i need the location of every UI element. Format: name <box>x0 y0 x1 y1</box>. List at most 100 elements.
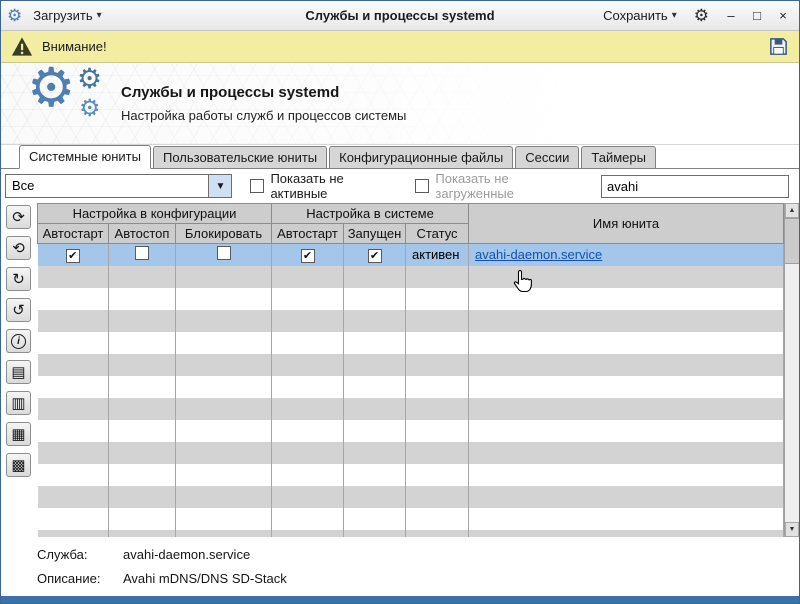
table-row-avahi[interactable]: ✔ ✔ ✔ активен avahi-daemon.service <box>37 243 784 266</box>
gear-icon: ⚙ <box>27 57 76 118</box>
tab-system-units[interactable]: Системные юниты <box>19 145 151 169</box>
column-header-autostop[interactable]: Автостоп <box>108 223 176 244</box>
list-icon: ▩ <box>11 457 26 474</box>
tab-config-files[interactable]: Конфигурационные файлы <box>329 146 514 169</box>
status-cell: активен <box>405 243 470 266</box>
scroll-down-arrow[interactable]: ▼ <box>785 522 799 537</box>
unit-details-panel: Служба: avahi-daemon.service Описание: A… <box>1 537 799 596</box>
save-file-icon[interactable] <box>768 36 789 57</box>
filter-row: Все ▼ Показать не активные Показать не з… <box>1 169 799 203</box>
column-header-autostart-cfg[interactable]: Автостарт <box>37 223 109 244</box>
table-row-empty <box>37 463 784 486</box>
table-row-empty <box>37 397 784 420</box>
dropdown-arrow-icon[interactable]: ▼ <box>208 175 232 197</box>
show-inactive-checkbox[interactable] <box>250 179 265 193</box>
service-value: avahi-daemon.service <box>123 547 251 562</box>
show-inactive-checkbox-row[interactable]: Показать не активные <box>250 171 397 201</box>
table-row-empty <box>37 507 784 530</box>
unit-file-button[interactable]: ▤ <box>6 360 31 384</box>
filter-dropdown-value: Все <box>12 178 35 193</box>
running-checkbox[interactable]: ✔ <box>367 249 382 263</box>
table-row-empty <box>37 441 784 464</box>
show-unloaded-label: Показать не загруженные <box>435 171 514 201</box>
warning-bar: Внимание! <box>1 31 799 63</box>
show-inactive-label[interactable]: Показать не активные <box>270 171 397 201</box>
restart-unit-button[interactable]: ↻ <box>6 267 31 291</box>
config-file-icon: ▥ <box>11 395 26 412</box>
tab-sessions[interactable]: Сессии <box>515 146 580 169</box>
file-icon: ▤ <box>11 364 26 381</box>
undo-button[interactable]: ↺ <box>6 298 31 322</box>
autostop-checkbox[interactable] <box>135 246 149 261</box>
column-header-unit-name[interactable]: Имя юнита <box>468 203 784 244</box>
undo-icon: ↺ <box>12 302 25 319</box>
table-row-empty <box>37 353 784 376</box>
journal-button[interactable]: ▦ <box>6 422 31 446</box>
group-header-system: Настройка в системе <box>270 203 470 224</box>
gear-icon: ⚙ <box>79 94 101 122</box>
unit-info-button[interactable]: i <box>6 329 31 353</box>
main-area: ⟳ ⟲ ↻ ↺ i ▤ ▥ ▦ ▩ Настройка в конфигурац… <box>1 203 799 537</box>
load-menu-button[interactable]: Загрузить ▾ <box>28 5 106 26</box>
minimize-button[interactable]: – <box>721 8 741 23</box>
scrollbar-thumb[interactable] <box>785 218 799 264</box>
app-logo-gears: ⚙ ⚙ ⚙ <box>25 61 121 137</box>
maximize-button[interactable]: □ <box>747 8 767 23</box>
tab-timers[interactable]: Таймеры <box>581 146 656 169</box>
column-header-status[interactable]: Статус <box>404 223 470 244</box>
app-window: ⚙ Загрузить ▾ Службы и процессы systemd … <box>0 0 800 604</box>
table-row-empty <box>37 331 784 354</box>
settings-gear-icon[interactable]: ⚙ <box>688 6 715 26</box>
table-row-empty <box>37 309 784 332</box>
chevron-down-icon: ▾ <box>671 10 677 21</box>
column-header-running[interactable]: Запущен <box>343 223 406 244</box>
show-unloaded-checkbox-row: Показать не загруженные <box>415 171 583 201</box>
table-row-empty <box>37 287 784 310</box>
filter-dropdown[interactable]: Все ▼ <box>5 174 233 198</box>
edit-config-button[interactable]: ▥ <box>6 391 31 415</box>
close-button[interactable]: × <box>773 8 793 23</box>
vertical-scrollbar[interactable]: ▲ ▼ <box>784 203 799 537</box>
save-menu-button[interactable]: Сохранить ▾ <box>598 5 682 26</box>
chevron-down-icon: ▾ <box>96 10 102 21</box>
block-checkbox[interactable] <box>216 246 231 261</box>
page-title: Службы и процессы systemd <box>121 84 340 101</box>
warning-text: Внимание! <box>42 39 107 54</box>
page-subtitle: Настройка работы служб и процессов систе… <box>121 108 407 123</box>
refresh-button[interactable]: ⟳ <box>6 205 31 229</box>
autostart-sys-checkbox[interactable]: ✔ <box>300 249 315 263</box>
service-label: Служба: <box>37 547 88 562</box>
titlebar: ⚙ Загрузить ▾ Службы и процессы systemd … <box>1 1 799 31</box>
info-icon: i <box>11 333 26 349</box>
tab-bar: Системные юниты Пользовательские юниты К… <box>1 145 799 169</box>
app-header: ⚙ ⚙ ⚙ Службы и процессы systemd Настройк… <box>1 61 799 145</box>
search-input[interactable] <box>601 174 789 198</box>
tab-user-units[interactable]: Пользовательские юниты <box>152 146 328 169</box>
description-value: Avahi mDNS/DNS SD-Stack <box>123 571 287 586</box>
reload-daemon-button[interactable]: ⟲ <box>6 236 31 260</box>
save-menu-label: Сохранить <box>603 8 668 23</box>
column-header-block[interactable]: Блокировать <box>175 223 272 244</box>
autostart-cfg-checkbox[interactable]: ✔ <box>65 249 80 263</box>
table-row-empty <box>37 265 784 288</box>
load-menu-label: Загрузить <box>33 8 93 23</box>
refresh-icon: ⟳ <box>12 209 25 226</box>
scrollbar-track[interactable] <box>785 264 799 522</box>
units-table: Настройка в конфигурации Настройка в сис… <box>37 203 784 537</box>
journal-icon: ▦ <box>11 426 26 443</box>
show-unloaded-checkbox[interactable] <box>415 179 430 193</box>
column-header-autostart-sys[interactable]: Автостарт <box>271 223 344 244</box>
warning-triangle-icon <box>11 37 33 56</box>
list-deps-button[interactable]: ▩ <box>6 453 31 477</box>
table-row-empty <box>37 375 784 398</box>
units-table-zone: Настройка в конфигурации Настройка в сис… <box>37 203 799 537</box>
group-header-config: Настройка в конфигурации <box>37 203 272 224</box>
gear-icon: ⚙ <box>77 62 103 94</box>
restart-icon: ↻ <box>12 271 25 288</box>
unit-name-link[interactable]: avahi-daemon.service <box>475 247 602 262</box>
scroll-up-arrow[interactable]: ▲ <box>785 203 799 218</box>
description-label: Описание: <box>37 571 101 586</box>
side-toolbar: ⟳ ⟲ ↻ ↺ i ▤ ▥ ▦ ▩ <box>1 203 37 537</box>
table-row-empty <box>37 485 784 508</box>
units-table-viewport: Настройка в конфигурации Настройка в сис… <box>37 203 784 537</box>
